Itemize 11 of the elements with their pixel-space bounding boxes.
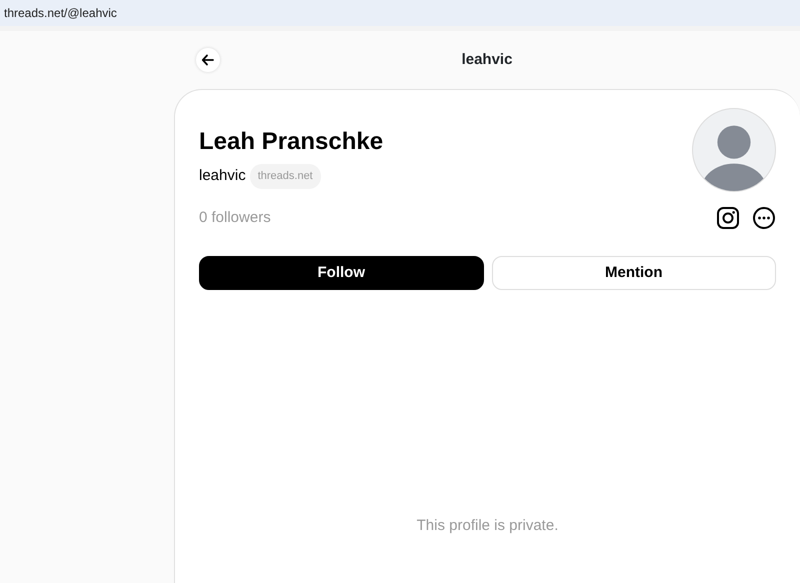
instagram-icon[interactable] bbox=[716, 206, 740, 230]
back-arrow-icon bbox=[201, 53, 215, 67]
follow-button[interactable]: Follow bbox=[199, 256, 484, 290]
back-button[interactable] bbox=[196, 48, 220, 72]
url-text[interactable]: threads.net/@leahvic bbox=[4, 4, 117, 22]
username: leahvic bbox=[199, 166, 246, 186]
more-icon[interactable] bbox=[752, 206, 776, 230]
profile-name: Leah Pranschke bbox=[199, 127, 384, 157]
header-title: leahvic bbox=[462, 50, 512, 70]
private-notice: This profile is private. bbox=[416, 516, 560, 536]
mention-button[interactable]: Mention bbox=[492, 256, 776, 290]
